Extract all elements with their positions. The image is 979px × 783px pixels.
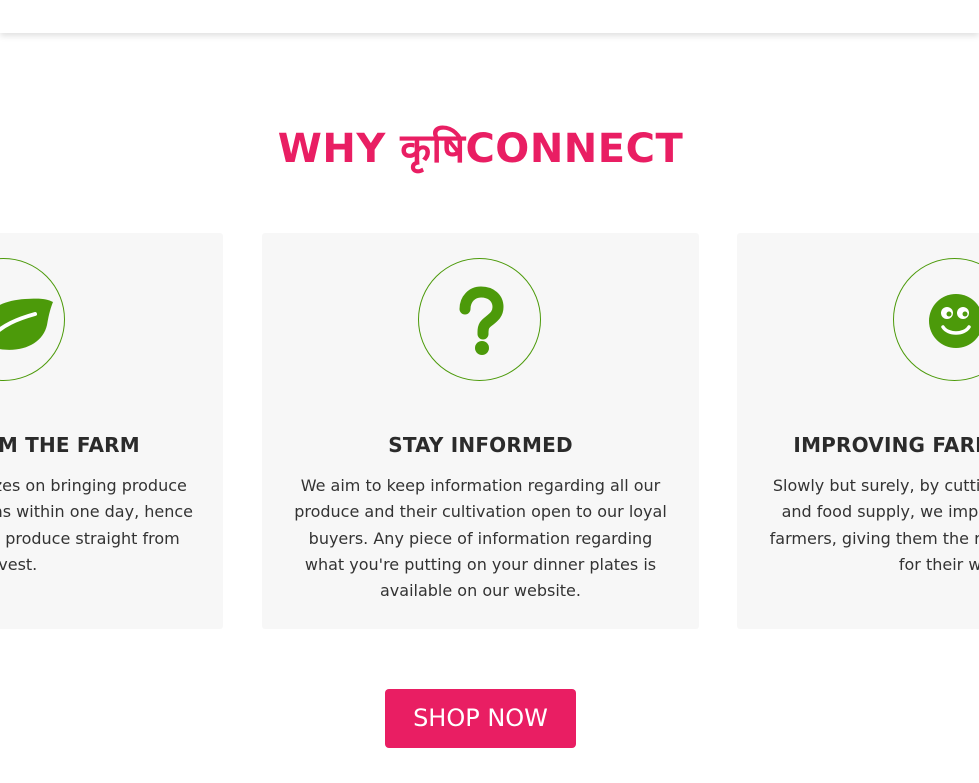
feature-title: FRESH FROM THE FARM (0, 433, 140, 457)
section-title: WHY कृषिCONNECT (277, 126, 684, 172)
feature-description: We aim to keep information regarding all… (294, 476, 667, 601)
question-icon-ring (418, 258, 541, 381)
smiley-icon-ring (893, 258, 979, 381)
smiley-face-icon (929, 294, 979, 348)
question-mark-icon (459, 286, 504, 355)
features-section: WHY कृषिCONNECT FRESH FROM THE FARM Our … (0, 0, 979, 783)
feature-title: IMPROVING FARMERS' LIVES (793, 433, 979, 457)
feature-description: Slowly but surely, by cutting the supply… (769, 476, 979, 574)
feature-card-fresh: FRESH FROM THE FARM Our concept emphasiz… (0, 233, 223, 629)
leaf-icon-ring (0, 258, 65, 381)
feature-card-informed: STAY INFORMED We aim to keep information… (262, 233, 699, 629)
feature-card-farmers: IMPROVING FARMERS' LIVES Slowly but sure… (737, 233, 979, 629)
leaf-icon (0, 298, 53, 350)
feature-title: STAY INFORMED (388, 433, 573, 457)
shop-now-button[interactable]: SHOP NOW (385, 689, 576, 748)
feature-description: Our concept emphasizes on bringing produ… (0, 476, 193, 574)
